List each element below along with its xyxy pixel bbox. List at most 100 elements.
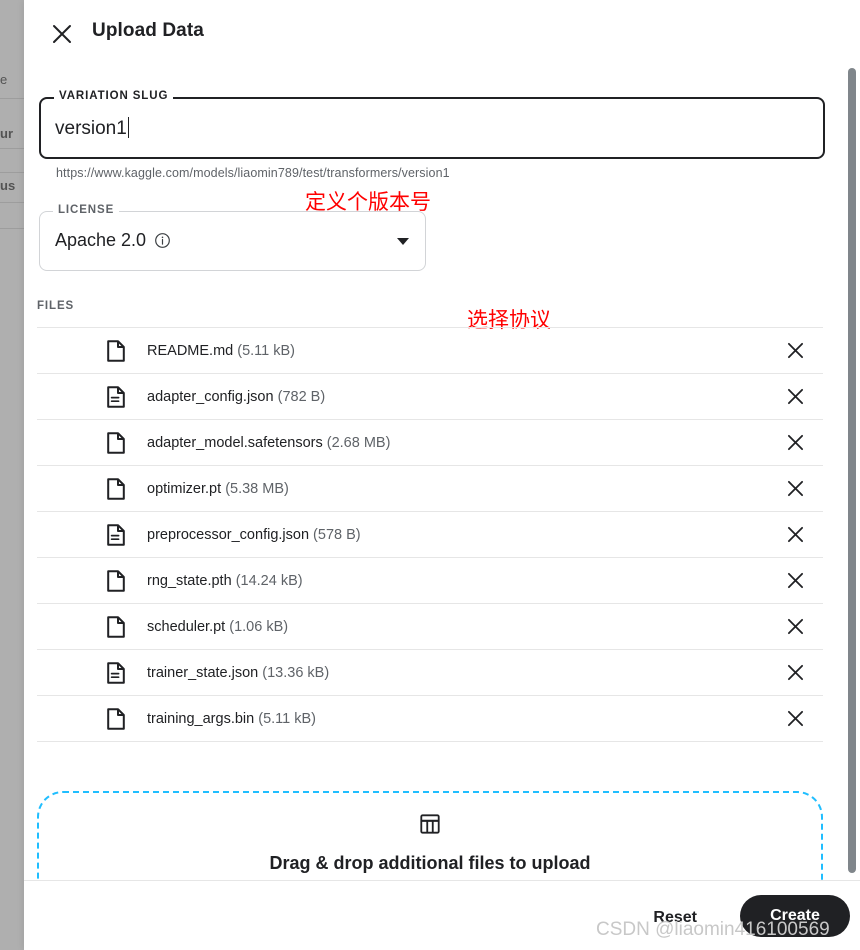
file-size-text: (5.11 kB) <box>258 710 317 727</box>
file-blank-icon <box>107 431 125 454</box>
file-name-text: rng_state.pth <box>147 572 232 589</box>
file-blank-icon <box>107 431 125 454</box>
annotation-slug: 定义个版本号 <box>305 190 431 214</box>
chevron-down-icon[interactable] <box>397 238 409 245</box>
file-blank-icon <box>107 477 125 500</box>
watermark: CSDN @liaomin416100569 <box>596 919 830 940</box>
close-icon <box>787 664 803 681</box>
file-row: preprocessor_config.json (578 B) <box>37 511 823 557</box>
file-lines-icon <box>107 523 125 546</box>
remove-file-button[interactable] <box>781 567 809 595</box>
file-name-text: trainer_state.json <box>147 664 259 681</box>
file-list: README.md (5.11 kB) adapter_config.json (… <box>37 327 823 742</box>
remove-file-button[interactable] <box>781 613 809 641</box>
modal-backdrop-scrim[interactable] <box>0 0 24 950</box>
remove-file-button[interactable] <box>781 705 809 733</box>
file-name: README.md (5.11 kB) <box>147 343 295 359</box>
table-icon <box>420 814 440 834</box>
variation-slug-input[interactable]: version1 <box>55 117 130 140</box>
background-page: e ur us <box>0 0 24 950</box>
variation-slug-value: version1 <box>55 118 127 139</box>
license-selected-value-wrap: Apache 2.0 <box>55 230 171 251</box>
file-name: trainer_state.json (13.36 kB) <box>147 665 329 681</box>
file-size-text: (5.38 MB) <box>225 480 289 497</box>
file-row: rng_state.pth (14.24 kB) <box>37 557 823 603</box>
file-size-text: (1.06 kB) <box>229 618 289 635</box>
close-icon <box>787 526 803 543</box>
close-icon <box>787 342 803 359</box>
close-icon <box>787 572 803 589</box>
file-row: README.md (5.11 kB) <box>37 327 823 373</box>
text-caret <box>127 117 130 138</box>
variation-slug-field[interactable]: VARIATION SLUG version1 <box>39 90 825 159</box>
file-blank-icon <box>107 615 125 638</box>
variation-slug-label: VARIATION SLUG <box>54 90 174 102</box>
file-name-text: adapter_config.json <box>147 388 274 405</box>
file-lines-icon <box>107 385 125 408</box>
file-name: rng_state.pth (14.24 kB) <box>147 573 303 589</box>
upload-data-modal-screen: e ur us Upload Data VARIATION SLUG versi… <box>0 0 860 950</box>
file-size-text: (5.11 kB) <box>237 342 296 359</box>
close-icon <box>787 710 803 727</box>
file-blank-icon <box>107 569 125 592</box>
remove-file-button[interactable] <box>781 337 809 365</box>
close-icon <box>787 618 803 635</box>
license-select[interactable]: LICENSE Apache 2.0 <box>39 204 426 271</box>
dialog-header: Upload Data <box>24 0 860 68</box>
file-lines-icon <box>107 385 125 408</box>
close-icon <box>787 388 803 405</box>
file-blank-icon <box>107 707 125 730</box>
remove-file-button[interactable] <box>781 659 809 687</box>
file-name-text: preprocessor_config.json <box>147 526 310 543</box>
file-name: scheduler.pt (1.06 kB) <box>147 619 288 635</box>
file-row: adapter_config.json (782 B) <box>37 373 823 419</box>
slug-url-preview: https://www.kaggle.com/models/liaomin789… <box>56 166 450 180</box>
scrollbar-track[interactable] <box>848 60 856 885</box>
file-row: training_args.bin (5.11 kB) <box>37 695 823 742</box>
close-button[interactable] <box>44 16 80 52</box>
close-icon <box>787 480 803 497</box>
file-name-text: scheduler.pt <box>147 618 226 635</box>
file-row: trainer_state.json (13.36 kB) <box>37 649 823 695</box>
file-name-text: training_args.bin <box>147 710 255 727</box>
files-section-label: FILES <box>37 300 75 312</box>
file-size-text: (782 B) <box>277 388 326 405</box>
file-lines-icon <box>107 523 125 546</box>
file-name: training_args.bin (5.11 kB) <box>147 711 316 727</box>
file-name-text: adapter_model.safetensors <box>147 434 323 451</box>
file-row: optimizer.pt (5.38 MB) <box>37 465 823 511</box>
file-size-text: (14.24 kB) <box>235 572 303 589</box>
file-name: adapter_model.safetensors (2.68 MB) <box>147 435 390 451</box>
file-name-text: README.md <box>147 342 234 359</box>
file-blank-icon <box>107 477 125 500</box>
close-icon <box>53 25 71 43</box>
file-name: adapter_config.json (782 B) <box>147 389 325 405</box>
file-lines-icon <box>107 661 125 684</box>
remove-file-button[interactable] <box>781 475 809 503</box>
remove-file-button[interactable] <box>781 383 809 411</box>
license-label: LICENSE <box>53 204 120 216</box>
file-size-text: (578 B) <box>313 526 361 543</box>
info-icon[interactable] <box>154 232 171 249</box>
file-size-text: (13.36 kB) <box>262 664 330 681</box>
page-title: Upload Data <box>92 20 204 41</box>
remove-file-button[interactable] <box>781 429 809 457</box>
file-row: scheduler.pt (1.06 kB) <box>37 603 823 649</box>
file-lines-icon <box>107 661 125 684</box>
dropzone-label: Drag & drop additional files to upload <box>269 853 591 873</box>
license-selected-value: Apache 2.0 <box>55 230 147 250</box>
upload-data-dialog: Upload Data VARIATION SLUG version1 http… <box>24 0 860 950</box>
scrollbar-thumb[interactable] <box>848 68 856 873</box>
file-name-text: optimizer.pt <box>147 480 222 497</box>
file-size-text: (2.68 MB) <box>326 434 391 451</box>
file-blank-icon <box>107 707 125 730</box>
file-row: adapter_model.safetensors (2.68 MB) <box>37 419 823 465</box>
file-name: preprocessor_config.json (578 B) <box>147 527 361 543</box>
file-blank-icon <box>107 569 125 592</box>
file-dropzone[interactable]: Drag & drop additional files to upload <box>37 791 823 880</box>
remove-file-button[interactable] <box>781 521 809 549</box>
file-blank-icon <box>107 615 125 638</box>
file-blank-icon <box>107 339 125 362</box>
dialog-body: VARIATION SLUG version1 https://www.kagg… <box>24 68 860 880</box>
file-blank-icon <box>107 339 125 362</box>
